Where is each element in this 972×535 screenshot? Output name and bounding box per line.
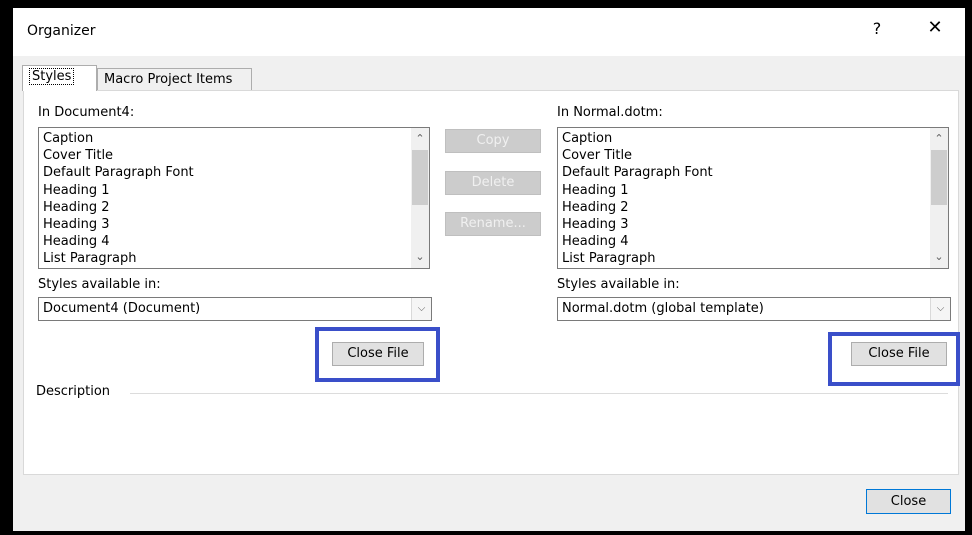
rename-button[interactable]: Rename... — [445, 212, 541, 236]
list-item[interactable]: Caption — [39, 130, 429, 147]
list-item[interactable]: Heading 3 — [39, 216, 429, 233]
right-available-select[interactable]: Normal.dotm (global template) ⌵ — [557, 297, 951, 321]
tab-styles[interactable]: Styles — [22, 65, 97, 91]
chevron-down-icon[interactable]: ⌵ — [411, 298, 431, 320]
list-item[interactable]: Heading 4 — [558, 233, 948, 250]
left-styles-list[interactable]: Caption Cover Title Default Paragraph Font… — [38, 127, 430, 269]
tab-macro-project-items[interactable]: Macro Project Items — [97, 68, 252, 92]
chevron-down-icon[interactable]: ⌵ — [930, 298, 950, 320]
list-item[interactable]: Cover Title — [558, 147, 948, 164]
right-available-value: Normal.dotm (global template) — [562, 301, 764, 316]
list-item[interactable]: Default Paragraph Font — [39, 164, 429, 181]
list-item[interactable]: Heading 4 — [39, 233, 429, 250]
tab-styles-label: Styles — [29, 68, 75, 85]
left-available-label: Styles available in: — [38, 277, 161, 292]
list-item[interactable]: Heading 1 — [39, 182, 429, 199]
scroll-down-icon[interactable]: ⌄ — [930, 248, 948, 266]
left-list-header: In Document4: — [38, 105, 135, 120]
left-available-select[interactable]: Document4 (Document) ⌵ — [38, 297, 432, 321]
list-item[interactable]: List Paragraph — [39, 250, 429, 267]
right-styles-list[interactable]: Caption Cover Title Default Paragraph Font… — [557, 127, 949, 269]
list-item[interactable]: Cover Title — [39, 147, 429, 164]
right-close-file-highlight — [828, 332, 960, 386]
list-item[interactable]: Heading 2 — [558, 199, 948, 216]
right-available-label: Styles available in: — [557, 277, 680, 292]
styles-panel: In Document4: Caption Cover Title Default … — [23, 90, 960, 475]
right-scroll-thumb[interactable] — [931, 150, 947, 205]
list-item[interactable]: Heading 1 — [558, 182, 948, 199]
tab-macro-label: Macro Project Items — [104, 72, 233, 87]
description-divider — [130, 393, 948, 394]
left-list-scrollbar[interactable]: ⌃ ⌄ — [411, 128, 429, 268]
dialog-title: Organizer — [27, 23, 96, 39]
right-list-header: In Normal.dotm: — [557, 105, 663, 120]
list-item[interactable]: Caption — [558, 130, 948, 147]
scroll-up-icon[interactable]: ⌃ — [411, 130, 429, 148]
title-bar: Organizer ? ✕ — [13, 8, 965, 56]
list-item[interactable]: Default Paragraph Font — [558, 164, 948, 181]
close-button[interactable]: Close — [866, 489, 951, 514]
right-list-scrollbar[interactable]: ⌃ ⌄ — [930, 128, 948, 268]
left-close-file-highlight — [315, 327, 440, 382]
left-scroll-thumb[interactable] — [412, 150, 428, 205]
list-item[interactable]: Heading 2 — [39, 199, 429, 216]
close-icon[interactable]: ✕ — [923, 17, 947, 38]
list-item[interactable]: Heading 3 — [558, 216, 948, 233]
left-available-value: Document4 (Document) — [43, 301, 201, 316]
scroll-up-icon[interactable]: ⌃ — [930, 130, 948, 148]
list-item[interactable]: List Paragraph — [558, 250, 948, 267]
scroll-down-icon[interactable]: ⌄ — [411, 248, 429, 266]
description-label: Description — [36, 384, 111, 399]
organizer-dialog: Organizer ? ✕ Styles Macro Project Items… — [13, 8, 965, 531]
delete-button[interactable]: Delete — [445, 171, 541, 195]
copy-button[interactable]: Copy — [445, 129, 541, 153]
help-icon[interactable]: ? — [865, 19, 889, 38]
